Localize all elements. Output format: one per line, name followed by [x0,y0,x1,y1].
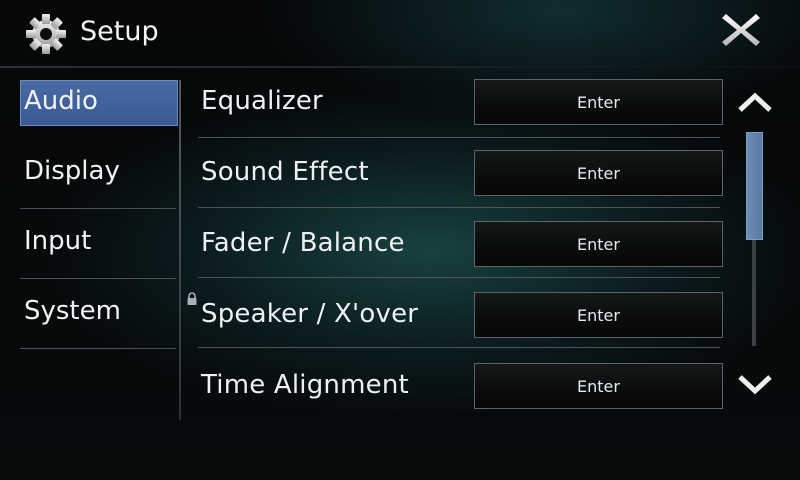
sidebar-item-label: Input [24,226,92,256]
chevron-down-icon[interactable] [736,368,774,400]
page-title: Setup [80,16,159,47]
row-label-speaker-xover: Speaker / X'over [201,299,419,329]
row-divider [198,277,720,278]
sidebar-item-label: Audio [24,86,98,116]
row-divider [198,347,720,348]
equalizer-enter-button[interactable]: Enter [474,79,723,125]
header-divider [0,66,800,68]
row-label-sound-effect: Sound Effect [201,157,369,187]
chevron-up-icon[interactable] [736,88,774,120]
fader-balance-enter-button[interactable]: Enter [474,221,723,267]
row-label-equalizer: Equalizer [201,86,323,116]
close-icon[interactable] [718,8,764,52]
sidebar-item-label: Display [24,156,120,186]
lock-icon [187,292,197,305]
sidebar-item-system[interactable]: System [20,290,178,336]
sidebar-item-display[interactable]: Display [20,150,178,196]
sidebar-item-audio[interactable]: Audio [20,80,178,126]
sidebar-item-input[interactable]: Input [20,220,178,266]
title-bar: Setup [0,0,800,66]
row-label-fader-balance: Fader / Balance [201,228,405,258]
sidebar-vertical-divider [179,80,181,420]
scrollbar-thumb[interactable] [746,132,763,240]
row-divider [198,207,720,208]
sound-effect-enter-button[interactable]: Enter [474,150,723,196]
gear-icon [26,14,66,54]
row-divider [198,137,720,138]
time-alignment-enter-button[interactable]: Enter [474,363,723,409]
sidebar-item-label: System [24,296,121,326]
speaker-xover-enter-button[interactable]: Enter [474,292,723,338]
sidebar-divider [20,208,176,209]
sidebar-divider [20,278,176,279]
sidebar-divider [20,348,176,349]
row-label-time-alignment: Time Alignment [201,370,409,400]
